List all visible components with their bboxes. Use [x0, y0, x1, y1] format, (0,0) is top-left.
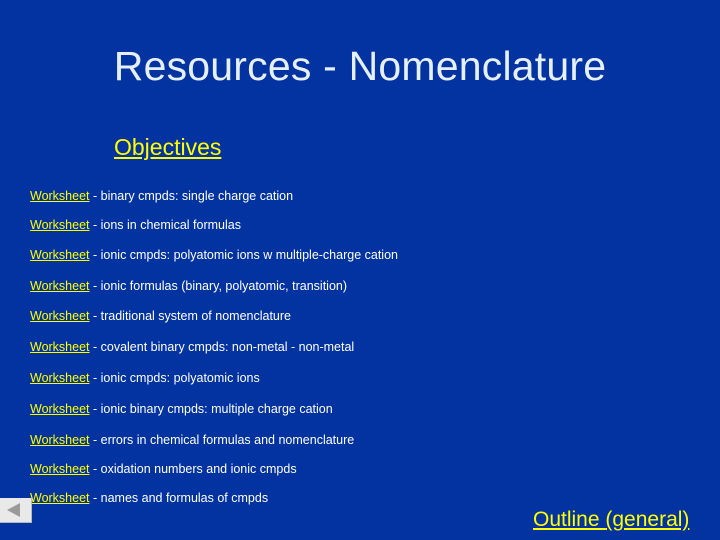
worksheet-link[interactable]: Worksheet	[30, 279, 90, 293]
list-item[interactable]: Worksheet - ionic cmpds: polyatomic ions	[30, 370, 260, 386]
page-title: Resources - Nomenclature	[113, 43, 607, 89]
back-button[interactable]	[0, 498, 32, 523]
separator: -	[89, 491, 101, 505]
separator: -	[89, 402, 101, 416]
slide-canvas: Resources - Nomenclature Objectives Work…	[0, 0, 720, 540]
separator: -	[89, 371, 101, 385]
list-item[interactable]: Worksheet - ionic binary cmpds: multiple…	[30, 401, 333, 417]
separator: -	[89, 309, 101, 323]
list-item-label: ionic formulas (binary, polyatomic, tran…	[100, 279, 348, 293]
worksheet-link[interactable]: Worksheet	[30, 340, 90, 354]
list-item[interactable]: Worksheet - binary cmpds: single charge …	[30, 188, 293, 204]
worksheet-link[interactable]: Worksheet	[30, 371, 90, 385]
separator: -	[89, 248, 101, 262]
worksheet-link[interactable]: Worksheet	[30, 433, 90, 447]
list-item[interactable]: Worksheet - ions in chemical formulas	[30, 217, 241, 233]
worksheet-link[interactable]: Worksheet	[30, 248, 90, 262]
list-item[interactable]: Worksheet - names and formulas of cmpds	[30, 490, 268, 506]
worksheet-link[interactable]: Worksheet	[30, 462, 90, 476]
worksheet-link[interactable]: Worksheet	[30, 491, 90, 505]
separator: -	[89, 433, 101, 447]
list-item[interactable]: Worksheet - errors in chemical formulas …	[30, 432, 354, 448]
list-item-label: binary cmpds: single charge cation	[100, 189, 294, 203]
list-item[interactable]: Worksheet - covalent binary cmpds: non-m…	[30, 339, 354, 355]
list-item[interactable]: Worksheet - ionic cmpds: polyatomic ions…	[30, 247, 398, 263]
list-item-label: errors in chemical formulas and nomencla…	[100, 433, 355, 447]
triangle-left-icon	[7, 503, 20, 517]
list-item-label: covalent binary cmpds: non-metal - non-m…	[100, 340, 355, 354]
list-item-label: ionic cmpds: polyatomic ions w multiple-…	[100, 248, 398, 262]
outline-label: Outline	[533, 508, 606, 531]
worksheet-link[interactable]: Worksheet	[30, 309, 90, 323]
separator: -	[89, 340, 101, 354]
list-item-label: ionic cmpds: polyatomic ions	[100, 371, 260, 385]
separator: -	[89, 189, 101, 203]
list-item[interactable]: Worksheet - traditional system of nomenc…	[30, 308, 291, 324]
list-item-label: ionic binary cmpds: multiple charge cati…	[100, 402, 333, 416]
list-item-label: names and formulas of cmpds	[100, 491, 269, 505]
separator: -	[89, 218, 101, 232]
separator: -	[89, 462, 101, 476]
objectives-heading-link[interactable]: Objectives	[114, 134, 221, 160]
worksheet-link[interactable]: Worksheet	[30, 189, 90, 203]
list-item-label: ions in chemical formulas	[100, 218, 241, 232]
list-item[interactable]: Worksheet - oxidation numbers and ionic …	[30, 461, 297, 477]
separator: -	[89, 279, 101, 293]
list-item[interactable]: Worksheet - ionic formulas (binary, poly…	[30, 278, 347, 294]
worksheet-link[interactable]: Worksheet	[30, 402, 90, 416]
worksheet-link[interactable]: Worksheet	[30, 218, 90, 232]
outline-general-label: (general)	[605, 508, 690, 531]
list-item-label: traditional system of nomenclature	[100, 309, 291, 323]
list-item-label: oxidation numbers and ionic cmpds	[100, 462, 297, 476]
outline-general-link[interactable]: Outline (general)	[533, 508, 689, 532]
